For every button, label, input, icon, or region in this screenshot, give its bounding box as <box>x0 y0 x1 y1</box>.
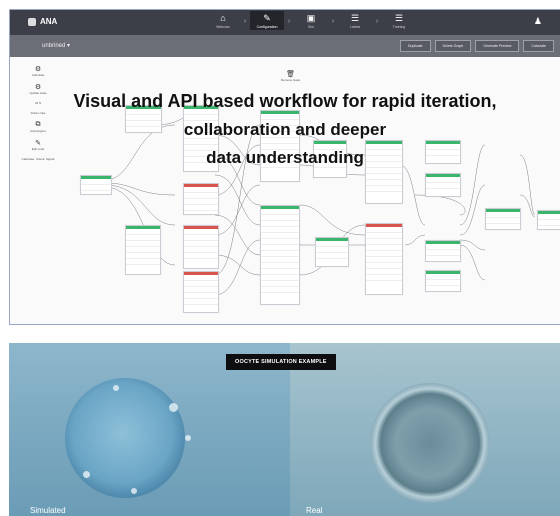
top-navbar: ANA ⌂ Webcam › ✎ Configuration › ▣ Sim › ☰ L… <box>10 10 560 35</box>
app-brand[interactable]: ANA <box>28 17 57 26</box>
gear-icon: ⚙ <box>34 66 42 73</box>
real-caption: Real <box>306 506 323 515</box>
graph-node[interactable] <box>80 175 112 195</box>
graph-node[interactable] <box>260 205 300 305</box>
headline-line-2: collaboration and deeper <box>183 120 387 139</box>
polar-body <box>169 403 178 412</box>
database-stack-icon: ☰ <box>394 13 404 23</box>
oocyte-comparison: OOCYTE SIMULATION EXAMPLE Simulated Real <box>9 343 560 516</box>
chevron-right-icon: › <box>243 18 247 25</box>
generate-preview-button[interactable]: Generate Preview <box>475 40 520 52</box>
graph-node[interactable] <box>183 225 219 269</box>
step-training[interactable]: ☰ Training <box>382 11 416 30</box>
user-icon[interactable]: ♟ <box>534 16 542 27</box>
home-icon: ⌂ <box>220 13 226 23</box>
polar-body <box>83 471 90 478</box>
graph-node[interactable] <box>425 270 461 292</box>
polar-body <box>113 385 119 391</box>
duplicate-button[interactable]: Duplicate <box>399 40 431 52</box>
step-sim[interactable]: ▣ Sim <box>294 11 328 30</box>
chevron-right-icon: › <box>331 18 335 25</box>
simulated-caption: Simulated <box>30 506 66 515</box>
headline-line-1: Visual and API based workflow for rapid … <box>73 91 497 111</box>
calculate-tool[interactable]: ⚙ Calculate <box>18 65 58 77</box>
pencil-icon: ✎ <box>35 140 41 147</box>
step-configuration[interactable]: ✎ Configuration <box>250 11 284 30</box>
car-icon: ▣ <box>306 13 316 23</box>
graph-node[interactable] <box>183 183 219 215</box>
polar-body <box>131 488 137 494</box>
real-oocyte-image <box>370 383 490 503</box>
project-toolbar: unbrined ▾ Duplicate Delete Graph Genera… <box>10 35 560 57</box>
graph-node[interactable] <box>425 173 461 197</box>
gear-icon: ⚙ <box>34 84 42 91</box>
logo-icon <box>28 17 36 26</box>
delete-graph-button[interactable]: Delete Graph <box>434 40 472 52</box>
graph-node[interactable] <box>365 223 403 295</box>
graph-node[interactable] <box>425 240 461 262</box>
app-window: ANA ⌂ Webcam › ✎ Configuration › ▣ Sim › ☰ L… <box>9 9 560 325</box>
graph-node[interactable] <box>125 225 161 275</box>
database-icon: ☰ <box>350 13 360 23</box>
simulated-oocyte-image <box>65 378 185 498</box>
step-webcam[interactable]: ⌂ Webcam <box>206 11 240 30</box>
graph-node[interactable] <box>183 271 219 313</box>
example-badge: OOCYTE SIMULATION EXAMPLE <box>226 354 336 370</box>
project-selector[interactable]: unbrined ▾ <box>42 42 70 49</box>
step-labels[interactable]: ☰ Labels <box>338 11 372 30</box>
app-name: ANA <box>40 17 58 26</box>
chevron-right-icon: › <box>375 18 379 25</box>
graph-node[interactable] <box>537 210 560 230</box>
polar-body <box>185 435 191 441</box>
calculate-button[interactable]: Calculate <box>523 40 554 52</box>
chevron-right-icon: › <box>287 18 291 25</box>
workflow-steps: ⌂ Webcam › ✎ Configuration › ▣ Sim › ☰ Label… <box>206 11 416 35</box>
graph-node[interactable] <box>315 237 349 267</box>
action-buttons: Duplicate Delete Graph Generate Preview … <box>399 40 554 52</box>
graph-node[interactable] <box>485 208 521 230</box>
brush-icon: ✎ <box>263 13 271 23</box>
headline-line-3: data understanding <box>206 148 364 167</box>
